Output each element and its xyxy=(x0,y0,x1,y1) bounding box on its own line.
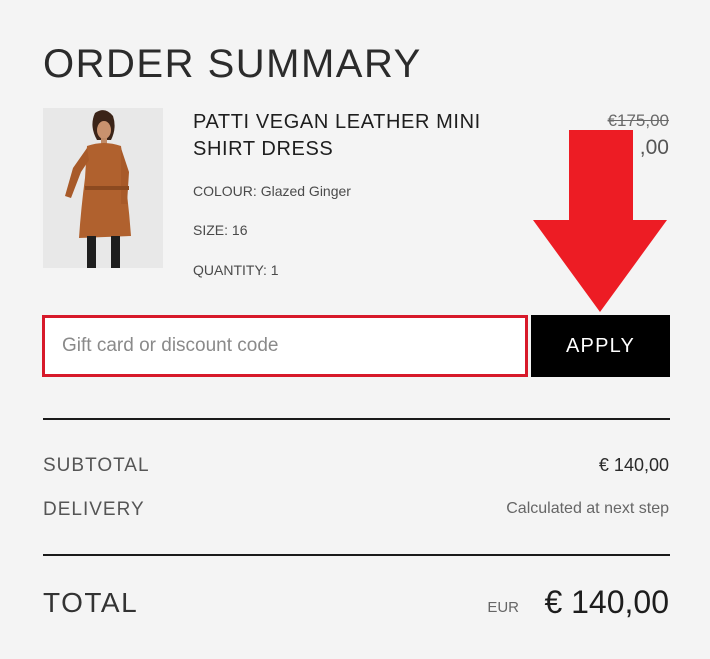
discount-code-input[interactable] xyxy=(45,318,525,374)
product-quantity: QUANTITY: 1 xyxy=(193,262,279,278)
quantity-label: QUANTITY: xyxy=(193,262,267,278)
apply-button[interactable]: APPLY xyxy=(531,315,670,377)
delivery-label: DELIVERY xyxy=(43,499,145,520)
down-arrow-icon xyxy=(533,130,667,312)
order-summary-title: ORDER SUMMARY xyxy=(43,42,422,86)
original-price: €175,00 xyxy=(607,111,669,130)
colour-value: Glazed Ginger xyxy=(260,183,351,199)
delivery-value: Calculated at next step xyxy=(506,500,669,517)
total-amount: € 140,00 xyxy=(544,584,669,620)
product-size: SIZE: 16 xyxy=(193,222,247,238)
divider-top xyxy=(43,418,670,420)
discount-code-field[interactable] xyxy=(42,315,528,377)
divider-bottom xyxy=(43,554,670,556)
colour-label: COLOUR: xyxy=(193,183,257,199)
product-image xyxy=(43,108,163,268)
quantity-value: 1 xyxy=(270,262,279,278)
total-currency: EUR xyxy=(487,599,519,616)
size-value: 16 xyxy=(231,222,248,238)
product-name[interactable]: PATTI VEGAN LEATHER MINI SHIRT DRESS xyxy=(193,109,523,163)
subtotal-value: € 140,00 xyxy=(598,455,669,475)
product-thumbnail[interactable] xyxy=(43,108,163,268)
size-label: SIZE: xyxy=(193,222,229,238)
total-label: TOTAL xyxy=(43,587,139,618)
product-colour: COLOUR: Glazed Ginger xyxy=(193,183,351,199)
subtotal-label: SUBTOTAL xyxy=(43,455,150,476)
